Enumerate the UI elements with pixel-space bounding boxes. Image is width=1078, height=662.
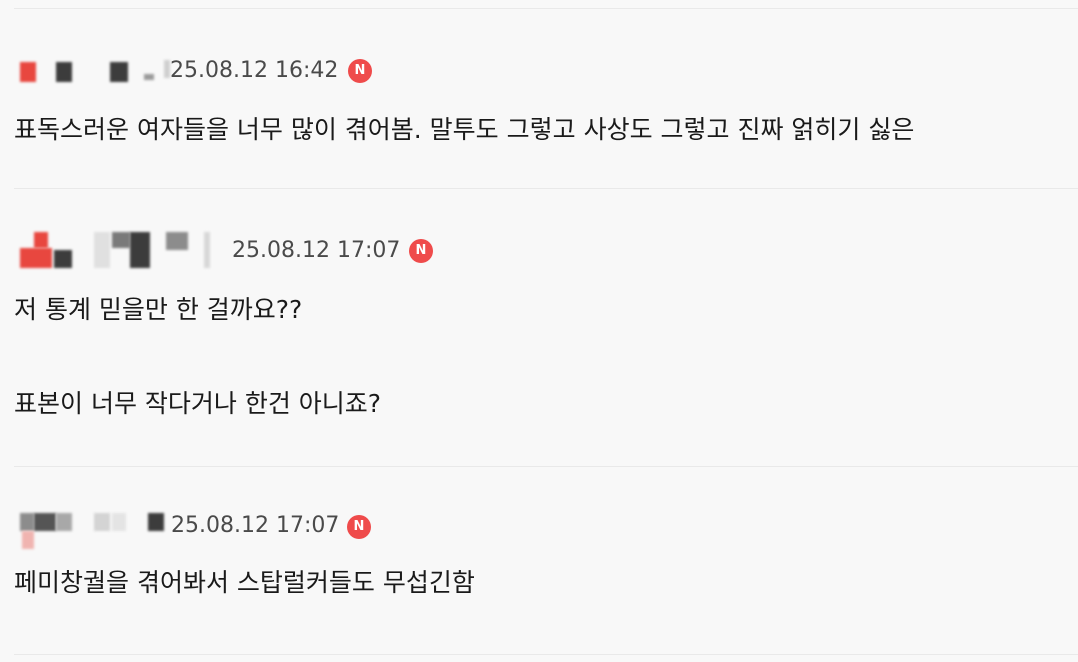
divider <box>14 188 1078 189</box>
new-badge-icon: N <box>347 515 371 539</box>
new-badge-icon: N <box>409 239 433 263</box>
comment-meta: 25.08.12 16:42 N <box>0 52 600 92</box>
divider <box>14 8 1078 9</box>
comment-timestamp: 25.08.12 17:07 <box>171 513 340 538</box>
comment-text: 표본이 너무 작다거나 한건 아니죠? <box>14 389 382 418</box>
new-badge-icon: N <box>348 59 372 83</box>
divider <box>14 654 1078 655</box>
comment-text: 저 통계 믿을만 한 걸까요?? <box>14 295 303 324</box>
comment-meta: 25.08.12 17:07 N <box>0 230 600 274</box>
comment-timestamp: 25.08.12 16:42 <box>170 58 339 83</box>
divider <box>14 466 1078 467</box>
comment-meta: 25.08.12 17:07 N <box>0 507 600 551</box>
comment-timestamp: 25.08.12 17:07 <box>232 238 401 263</box>
comment-text: 페미창궐을 겪어봐서 스탑럴커들도 무섭긴함 <box>14 568 475 597</box>
blurred-username <box>14 230 214 274</box>
comment-text: 표독스러운 여자들을 너무 많이 겪어봄. 말투도 그렇고 사상도 그렇고 진짜… <box>14 115 915 144</box>
comment-list: 25.08.12 16:42 N 표독스러운 여자들을 너무 많이 겪어봄. 말… <box>0 0 1078 662</box>
